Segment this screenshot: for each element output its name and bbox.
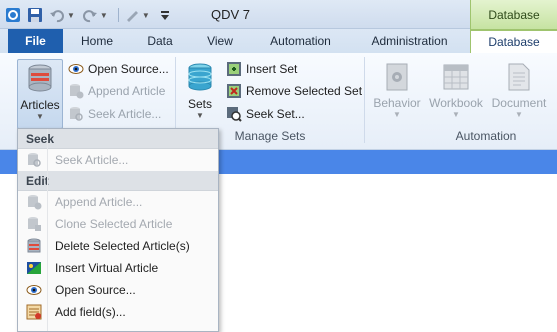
remove-selected-set-button[interactable]: Remove Selected Set: [226, 81, 362, 101]
manage-sets-group-label: Manage Sets: [234, 129, 306, 143]
menu-section-edit: Edit: [18, 171, 218, 191]
insert-set-label: Insert Set: [246, 62, 298, 76]
chevron-down-icon: ▼: [393, 110, 401, 119]
menu-item-label: Seek Article...: [55, 153, 129, 167]
behavior-label: Behavior: [373, 96, 421, 110]
tab-automation[interactable]: Automation: [268, 29, 333, 53]
sets-label: Sets: [187, 97, 212, 111]
add-field-icon: [26, 304, 42, 320]
context-tab-group-header: Database: [470, 0, 557, 29]
group-separator: [364, 57, 365, 143]
open-source-label: Open Source...: [88, 62, 169, 76]
seek-set-button[interactable]: Seek Set...: [226, 104, 305, 124]
append-article-button[interactable]: Append Article: [68, 81, 165, 101]
articles-dropdown-menu: Seek Seek Article... Edit Append Article…: [17, 128, 219, 332]
menu-item-label: Append Article...: [55, 195, 143, 209]
document-button[interactable]: Document ▼: [489, 59, 549, 129]
menu-item-label: Open Source...: [55, 283, 136, 297]
menu-item-append-article[interactable]: Append Article...: [18, 191, 218, 213]
tab-view[interactable]: View: [205, 29, 235, 53]
append-article-label: Append Article: [88, 84, 166, 98]
virtual-article-icon: [26, 260, 42, 276]
tab-data[interactable]: Data: [146, 29, 174, 53]
database-delete-icon: [26, 238, 42, 254]
document-label: Document: [491, 96, 547, 110]
insert-set-icon: [226, 61, 242, 77]
chevron-down-icon: ▼: [452, 110, 460, 119]
seek-set-icon: [226, 106, 242, 122]
menu-item-label: Add field(s)...: [55, 305, 126, 319]
behavior-button[interactable]: Behavior ▼: [371, 59, 423, 129]
menu-item-open-source[interactable]: Open Source...: [18, 279, 218, 301]
database-add-icon: [26, 194, 42, 210]
menu-item-label: Insert Virtual Article: [55, 261, 159, 275]
eye-icon: [68, 61, 84, 77]
tab-home[interactable]: Home: [80, 29, 114, 53]
open-source-button[interactable]: Open Source...: [68, 59, 169, 79]
seek-article-button[interactable]: Seek Article...: [68, 104, 161, 124]
database-sets-icon: [188, 63, 212, 91]
database-clone-icon: [26, 216, 42, 232]
menu-gutter: [47, 129, 48, 331]
tab-database[interactable]: Database: [470, 29, 557, 53]
tab-administration[interactable]: Administration: [367, 29, 452, 53]
menu-section-seek: Seek: [18, 129, 218, 149]
articles-button[interactable]: Articles ▼: [17, 59, 63, 129]
workbook-icon: [443, 64, 469, 90]
database-add-icon: [68, 83, 84, 99]
ribbon-tab-row: File Home Data View Automation Administr…: [0, 29, 557, 53]
menu-item-seek-article[interactable]: Seek Article...: [18, 149, 218, 171]
menu-item-label: Clone Selected Article: [55, 217, 173, 231]
database-search-icon: [26, 152, 42, 168]
chevron-down-icon: ▼: [36, 112, 44, 121]
tab-file[interactable]: File: [8, 29, 63, 53]
remove-set-icon: [226, 83, 242, 99]
menu-item-label: Delete Selected Article(s): [55, 239, 190, 253]
menu-item-add-fields[interactable]: Add field(s)...: [18, 301, 218, 323]
menu-item-clone-selected-article[interactable]: Clone Selected Article: [18, 213, 218, 235]
workbook-button[interactable]: Workbook ▼: [427, 59, 485, 129]
title-bar: ▼ ▼ ▼ QDV 7 Database: [0, 0, 557, 29]
sets-button[interactable]: Sets ▼: [182, 59, 218, 129]
chevron-down-icon: ▼: [196, 111, 204, 120]
eye-icon: [26, 282, 42, 298]
articles-label: Articles: [20, 98, 60, 112]
database-search-icon: [68, 106, 84, 122]
gear-document-icon: [386, 63, 408, 91]
database-icon: [28, 64, 52, 92]
menu-item-insert-virtual-article[interactable]: Insert Virtual Article: [18, 257, 218, 279]
document-icon: [508, 63, 530, 91]
automation-group-label: Automation: [455, 129, 517, 143]
remove-selected-set-label: Remove Selected Set: [246, 84, 363, 98]
insert-set-button[interactable]: Insert Set: [226, 59, 297, 79]
seek-set-label: Seek Set...: [246, 107, 305, 121]
seek-article-label: Seek Article...: [88, 107, 162, 121]
workbook-label: Workbook: [429, 96, 483, 110]
menu-item-delete-selected-articles[interactable]: Delete Selected Article(s): [18, 235, 218, 257]
chevron-down-icon: ▼: [515, 110, 523, 119]
